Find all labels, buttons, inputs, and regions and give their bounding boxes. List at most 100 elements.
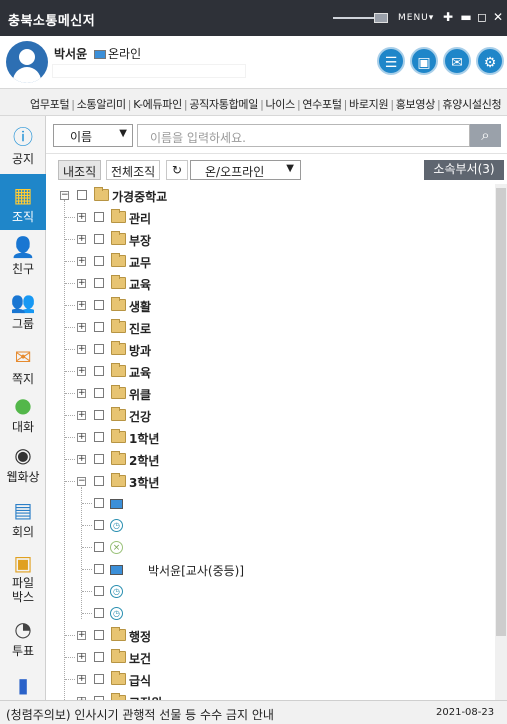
- note-list-button[interactable]: ☰: [377, 47, 405, 75]
- expand-toggle[interactable]: +: [77, 433, 86, 442]
- expand-toggle[interactable]: +: [77, 323, 86, 332]
- tree-folder[interactable]: + 위클: [46, 385, 495, 405]
- profile-status[interactable]: 온라인: [94, 45, 141, 62]
- tree-folder[interactable]: + 진로: [46, 319, 495, 339]
- tree-folder[interactable]: + 교무: [46, 253, 495, 273]
- checkbox[interactable]: [94, 432, 104, 442]
- expand-toggle[interactable]: +: [77, 213, 86, 222]
- settings-button[interactable]: ⚙: [476, 47, 504, 75]
- mail-button[interactable]: ✉: [443, 47, 471, 75]
- sidebar-item-filebox[interactable]: ▣ 파일 박스: [0, 550, 46, 610]
- tree-folder[interactable]: +2학년: [46, 451, 495, 471]
- checkbox[interactable]: [77, 190, 87, 200]
- notice-text[interactable]: (청렴주의보) 인사시기 관행적 선물 등 수수 금지 안내: [6, 706, 274, 723]
- expand-toggle[interactable]: −: [77, 477, 86, 486]
- tree-folder[interactable]: + 건강: [46, 407, 495, 427]
- scrollbar-thumb[interactable]: [496, 188, 506, 636]
- expand-toggle[interactable]: +: [77, 345, 86, 354]
- link-item[interactable]: 홍보영상: [396, 98, 436, 111]
- expand-toggle[interactable]: −: [60, 191, 69, 200]
- tab-my-org[interactable]: 내조직: [58, 160, 102, 180]
- tree-root[interactable]: − 가경중학교: [46, 187, 495, 207]
- sidebar-item-chat[interactable]: ● 대화: [0, 392, 46, 442]
- link-item[interactable]: 업무포털: [30, 98, 70, 111]
- tree-folder[interactable]: +교직원: [46, 693, 495, 700]
- expand-toggle[interactable]: +: [77, 279, 86, 288]
- tree-folder[interactable]: + 보건: [46, 649, 495, 669]
- tree-folder[interactable]: + 급식: [46, 671, 495, 691]
- expand-toggle[interactable]: +: [77, 235, 86, 244]
- checkbox[interactable]: [94, 564, 104, 574]
- checkbox[interactable]: [94, 344, 104, 354]
- status-message-field[interactable]: [52, 64, 246, 78]
- close-icon[interactable]: ✕: [491, 10, 505, 24]
- link-item[interactable]: 나이스: [265, 98, 295, 111]
- link-item[interactable]: 공직자통합메일: [189, 98, 258, 111]
- member-row[interactable]: ◷: [46, 605, 495, 625]
- expand-toggle[interactable]: +: [77, 653, 86, 662]
- member-row[interactable]: ×: [46, 539, 495, 559]
- checkbox[interactable]: [94, 608, 104, 618]
- tree-folder[interactable]: + 교육: [46, 275, 495, 295]
- member-row[interactable]: ◷: [46, 517, 495, 537]
- checkbox[interactable]: [94, 476, 104, 486]
- sidebar-item-org[interactable]: ▦ 조직: [0, 174, 46, 230]
- tree-folder[interactable]: + 생활: [46, 297, 495, 317]
- online-filter-select[interactable]: 온/오프라인 ▼: [190, 160, 301, 180]
- checkbox[interactable]: [94, 278, 104, 288]
- expand-toggle[interactable]: +: [77, 389, 86, 398]
- checkbox[interactable]: [94, 652, 104, 662]
- tree-folder[interactable]: +1학년: [46, 429, 495, 449]
- sidebar-item-meeting[interactable]: ▤ 회의: [0, 497, 46, 547]
- pin-icon[interactable]: ✚: [441, 10, 455, 24]
- expand-toggle[interactable]: +: [77, 411, 86, 420]
- link-item[interactable]: 바로지원: [349, 98, 389, 111]
- opacity-slider-knob[interactable]: [374, 13, 388, 23]
- checkbox[interactable]: [94, 410, 104, 420]
- link-item[interactable]: 소통알리미: [77, 98, 126, 111]
- folder-button[interactable]: ▣: [410, 47, 438, 75]
- sidebar-item-friend[interactable]: 👤 친구: [0, 234, 46, 284]
- checkbox[interactable]: [94, 586, 104, 596]
- tab-all-org[interactable]: 전체조직: [106, 160, 161, 180]
- tree-folder[interactable]: + 방과: [46, 341, 495, 361]
- link-item[interactable]: K-에듀파인: [133, 98, 182, 111]
- minimize-icon[interactable]: ▬: [459, 10, 473, 24]
- search-button[interactable]: ⌕: [470, 124, 501, 147]
- sidebar-item-notice[interactable]: ⓘ 공지: [0, 124, 46, 174]
- checkbox[interactable]: [94, 630, 104, 640]
- checkbox[interactable]: [94, 520, 104, 530]
- search-field-select[interactable]: 이름 ▼: [53, 124, 133, 147]
- checkbox[interactable]: [94, 454, 104, 464]
- checkbox[interactable]: [94, 300, 104, 310]
- tree-folder[interactable]: + 부장: [46, 231, 495, 251]
- expand-toggle[interactable]: +: [77, 455, 86, 464]
- sidebar-item-group[interactable]: 👥 그룹: [0, 289, 46, 339]
- vertical-scrollbar[interactable]: [495, 184, 507, 700]
- checkbox[interactable]: [94, 322, 104, 332]
- menu-button[interactable]: MENU▾: [398, 13, 434, 23]
- sidebar-item-vote[interactable]: ◔ 투표: [0, 616, 46, 662]
- member-row[interactable]: 박서윤[교사(중등)]: [46, 561, 495, 581]
- refresh-button[interactable]: ↻: [166, 160, 188, 180]
- search-input[interactable]: 이름을 입력하세요.: [137, 124, 470, 147]
- sidebar-item-webcam[interactable]: ◉ 웹화상: [0, 442, 46, 492]
- tree-folder[interactable]: + 행정: [46, 627, 495, 647]
- maximize-icon[interactable]: ◻: [475, 10, 489, 24]
- checkbox[interactable]: [94, 498, 104, 508]
- link-item[interactable]: 연수포털: [302, 98, 342, 111]
- member-row[interactable]: ◷: [46, 583, 495, 603]
- expand-toggle[interactable]: +: [77, 257, 86, 266]
- link-item[interactable]: 휴양시설신청: [442, 98, 501, 111]
- sidebar-item-stats[interactable]: ▮: [0, 672, 46, 700]
- checkbox[interactable]: [94, 674, 104, 684]
- expand-toggle[interactable]: +: [77, 675, 86, 684]
- tree-folder[interactable]: + 교육: [46, 363, 495, 383]
- checkbox[interactable]: [94, 234, 104, 244]
- expand-toggle[interactable]: +: [77, 301, 86, 310]
- checkbox[interactable]: [94, 388, 104, 398]
- tree-folder[interactable]: − 3학년: [46, 473, 495, 493]
- my-dept-button[interactable]: 소속부서(3): [424, 160, 504, 180]
- opacity-slider-track[interactable]: [333, 17, 377, 19]
- sidebar-item-note[interactable]: ✉ 쪽지: [0, 344, 46, 394]
